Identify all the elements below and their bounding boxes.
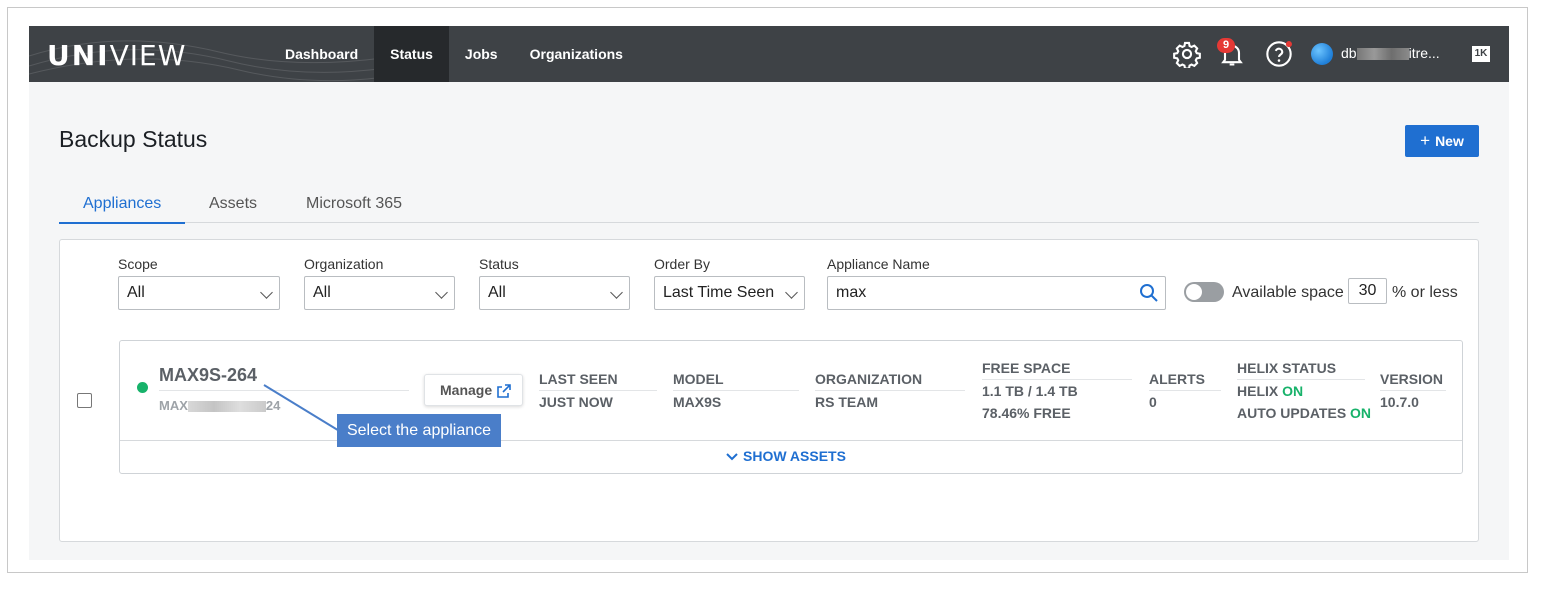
annotation-callout: Select the appliance: [337, 414, 501, 447]
annotation-pointer-line: [263, 384, 342, 433]
